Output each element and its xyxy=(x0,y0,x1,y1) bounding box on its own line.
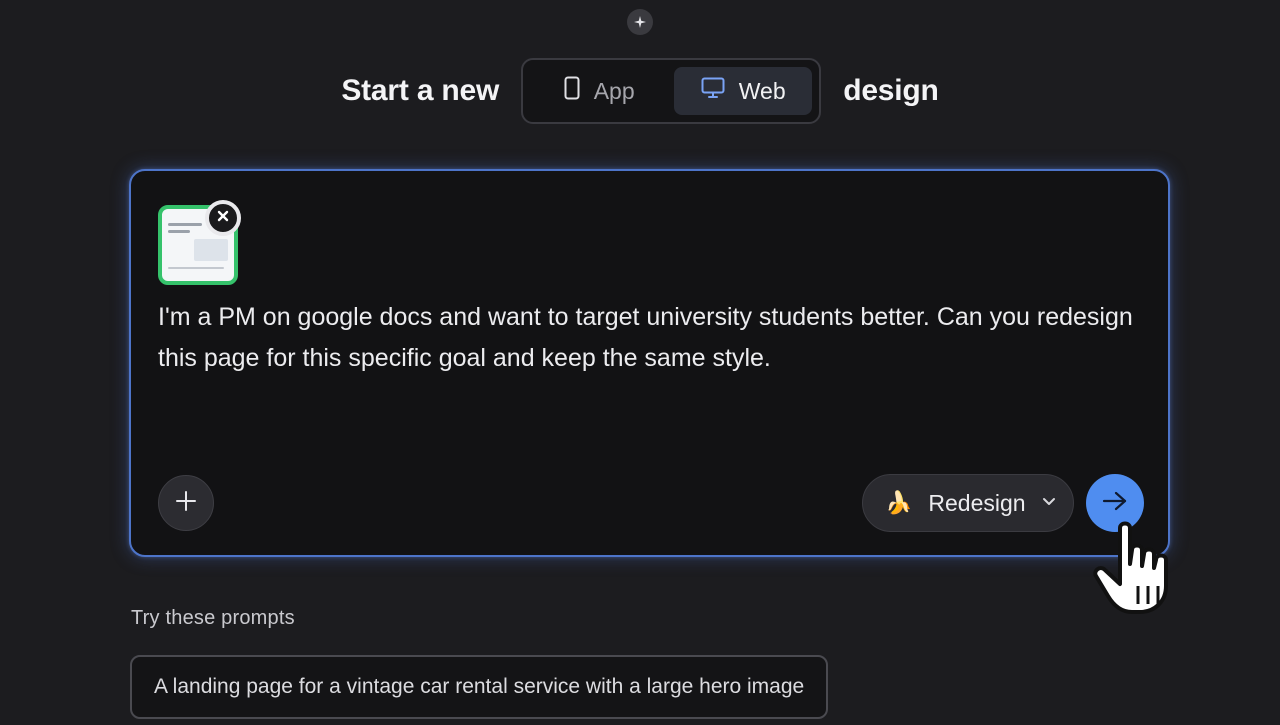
tab-web[interactable]: Web xyxy=(674,67,813,115)
tab-app-label: App xyxy=(593,77,635,104)
monitor-icon xyxy=(701,77,725,105)
suggestions-label: Try these prompts xyxy=(131,607,295,629)
title-prefix: Start a new xyxy=(341,74,500,107)
thumbnail-line xyxy=(168,230,190,233)
plus-icon xyxy=(175,490,197,517)
chevron-down-icon xyxy=(1042,494,1056,512)
tab-web-label: Web xyxy=(738,77,786,104)
prompt-textarea[interactable]: I'm a PM on google docs and want to targ… xyxy=(158,297,1148,379)
arrow-right-icon xyxy=(1101,490,1129,517)
title-suffix: design xyxy=(843,74,939,107)
thumbnail-block xyxy=(194,239,228,261)
sparkle-icon[interactable] xyxy=(627,9,653,35)
mode-label: Redesign xyxy=(928,489,1026,516)
title-row: Start a new App Web design xyxy=(0,58,1280,124)
suggestion-chip[interactable]: A landing page for a vintage car rental … xyxy=(130,655,829,719)
mode-dropdown[interactable]: 🍌 Redesign xyxy=(862,474,1074,532)
prompt-composer: I'm a PM on google docs and want to targ… xyxy=(129,169,1170,557)
tab-app[interactable]: App xyxy=(530,67,668,115)
thumbnail-line xyxy=(168,267,224,269)
add-attachment-button[interactable] xyxy=(158,475,214,531)
thumbnail-line xyxy=(168,223,202,226)
app-root: Start a new App Web design I'm a PM on g… xyxy=(0,0,1280,725)
hand-pointer-icon xyxy=(1092,520,1184,616)
remove-attachment-button[interactable] xyxy=(205,200,241,236)
platform-toggle: App Web xyxy=(521,58,822,124)
banana-icon: 🍌 xyxy=(885,490,913,515)
phone-icon xyxy=(564,76,580,106)
close-icon xyxy=(217,209,229,227)
